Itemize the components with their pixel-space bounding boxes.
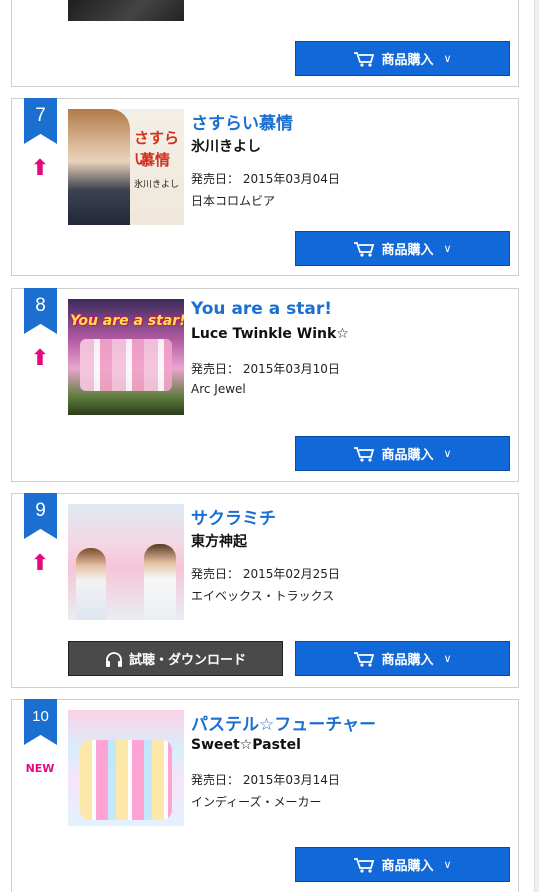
cart-icon bbox=[353, 651, 375, 667]
buy-button[interactable]: 商品購入 ∨ bbox=[295, 436, 510, 471]
release-date: 発売日： 2015年02月25日 bbox=[191, 567, 340, 581]
buy-button[interactable]: 商品購入 ∨ bbox=[295, 847, 510, 882]
jacket-title-text: You are a star! bbox=[70, 313, 184, 329]
chevron-down-icon: ∨ bbox=[443, 447, 452, 460]
buy-label: 商品購入 bbox=[381, 53, 434, 68]
up-arrow-icon: ⬆ bbox=[30, 156, 50, 181]
release-date: 発売日： 2015年03月04日 bbox=[191, 172, 340, 186]
up-arrow-icon: ⬆ bbox=[30, 346, 50, 371]
download-label: 試聴・ダウンロード bbox=[128, 653, 246, 668]
buy-label: 商品購入 bbox=[381, 448, 434, 463]
ranking-item-partial: 商品購入 ∨ bbox=[11, 0, 519, 87]
artist-name[interactable]: Sweet☆Pastel bbox=[191, 737, 301, 753]
ranking-item: 8 ⬆ You are a star! You are a star! Luce… bbox=[11, 288, 519, 482]
cart-icon bbox=[353, 446, 375, 462]
song-title-link[interactable]: さすらい慕情 bbox=[191, 109, 293, 134]
record-label: インディーズ・メーカー bbox=[191, 795, 322, 809]
song-title-link[interactable]: サクラミチ bbox=[191, 504, 276, 529]
chevron-down-icon: ∨ bbox=[443, 242, 452, 255]
side-column-edge bbox=[528, 0, 539, 892]
rank-badge: 8 bbox=[24, 288, 57, 334]
artist-name[interactable]: Luce Twinkle Wink☆ bbox=[191, 326, 349, 342]
record-label: Arc Jewel bbox=[191, 382, 246, 396]
buy-button[interactable]: 商品購入 ∨ bbox=[295, 41, 510, 76]
record-label: 日本コロムビア bbox=[191, 194, 276, 208]
rank-badge: 7 bbox=[24, 98, 57, 144]
buy-label: 商品購入 bbox=[381, 243, 434, 258]
jacket-image[interactable] bbox=[68, 710, 184, 826]
ranking-item: 9 ⬆ サクラミチ 東方神起 発売日： 2015年02月25日 エイベックス・ト… bbox=[11, 493, 519, 688]
buy-button[interactable]: 商品購入 ∨ bbox=[295, 641, 510, 676]
cart-icon bbox=[353, 241, 375, 257]
rank-badge: 10 bbox=[24, 699, 57, 745]
buy-label: 商品購入 bbox=[381, 653, 434, 668]
cart-icon bbox=[353, 857, 375, 873]
new-badge: NEW bbox=[25, 762, 55, 775]
download-button[interactable]: 試聴・ダウンロード bbox=[68, 641, 283, 676]
jacket-artist-text: 氷川きよし bbox=[134, 180, 180, 190]
release-date: 発売日： 2015年03月10日 bbox=[191, 362, 340, 376]
chevron-down-icon: ∨ bbox=[443, 52, 452, 65]
release-date: 発売日： 2015年03月14日 bbox=[191, 773, 340, 787]
jacket-image[interactable]: You are a star! bbox=[68, 299, 184, 415]
chevron-down-icon: ∨ bbox=[443, 858, 452, 871]
jacket-title-text: 慕情 bbox=[140, 151, 171, 169]
song-title-link[interactable]: パステル☆フューチャー bbox=[191, 710, 376, 735]
up-arrow-icon: ⬆ bbox=[30, 551, 50, 576]
buy-button[interactable]: 商品購入 ∨ bbox=[295, 231, 510, 266]
jacket-image[interactable] bbox=[68, 504, 184, 620]
cart-icon bbox=[353, 51, 375, 67]
rank-badge: 9 bbox=[24, 493, 57, 539]
chevron-down-icon: ∨ bbox=[443, 652, 452, 665]
headphones-icon bbox=[105, 651, 123, 667]
artist-name[interactable]: 氷川きよし bbox=[191, 136, 261, 156]
jacket-image[interactable]: さすらい 慕情 氷川きよし bbox=[68, 109, 184, 225]
jacket-image[interactable] bbox=[68, 0, 184, 21]
ranking-item: 7 ⬆ さすらい 慕情 氷川きよし さすらい慕情 氷川きよし 発売日： 2015… bbox=[11, 98, 519, 276]
ranking-item: 10 NEW パステル☆フューチャー Sweet☆Pastel 発売日： 201… bbox=[11, 699, 519, 892]
buy-label: 商品購入 bbox=[381, 859, 434, 874]
song-title-link[interactable]: You are a star! bbox=[191, 299, 332, 319]
artist-name[interactable]: 東方神起 bbox=[191, 531, 247, 551]
record-label: エイベックス・トラックス bbox=[191, 589, 335, 603]
